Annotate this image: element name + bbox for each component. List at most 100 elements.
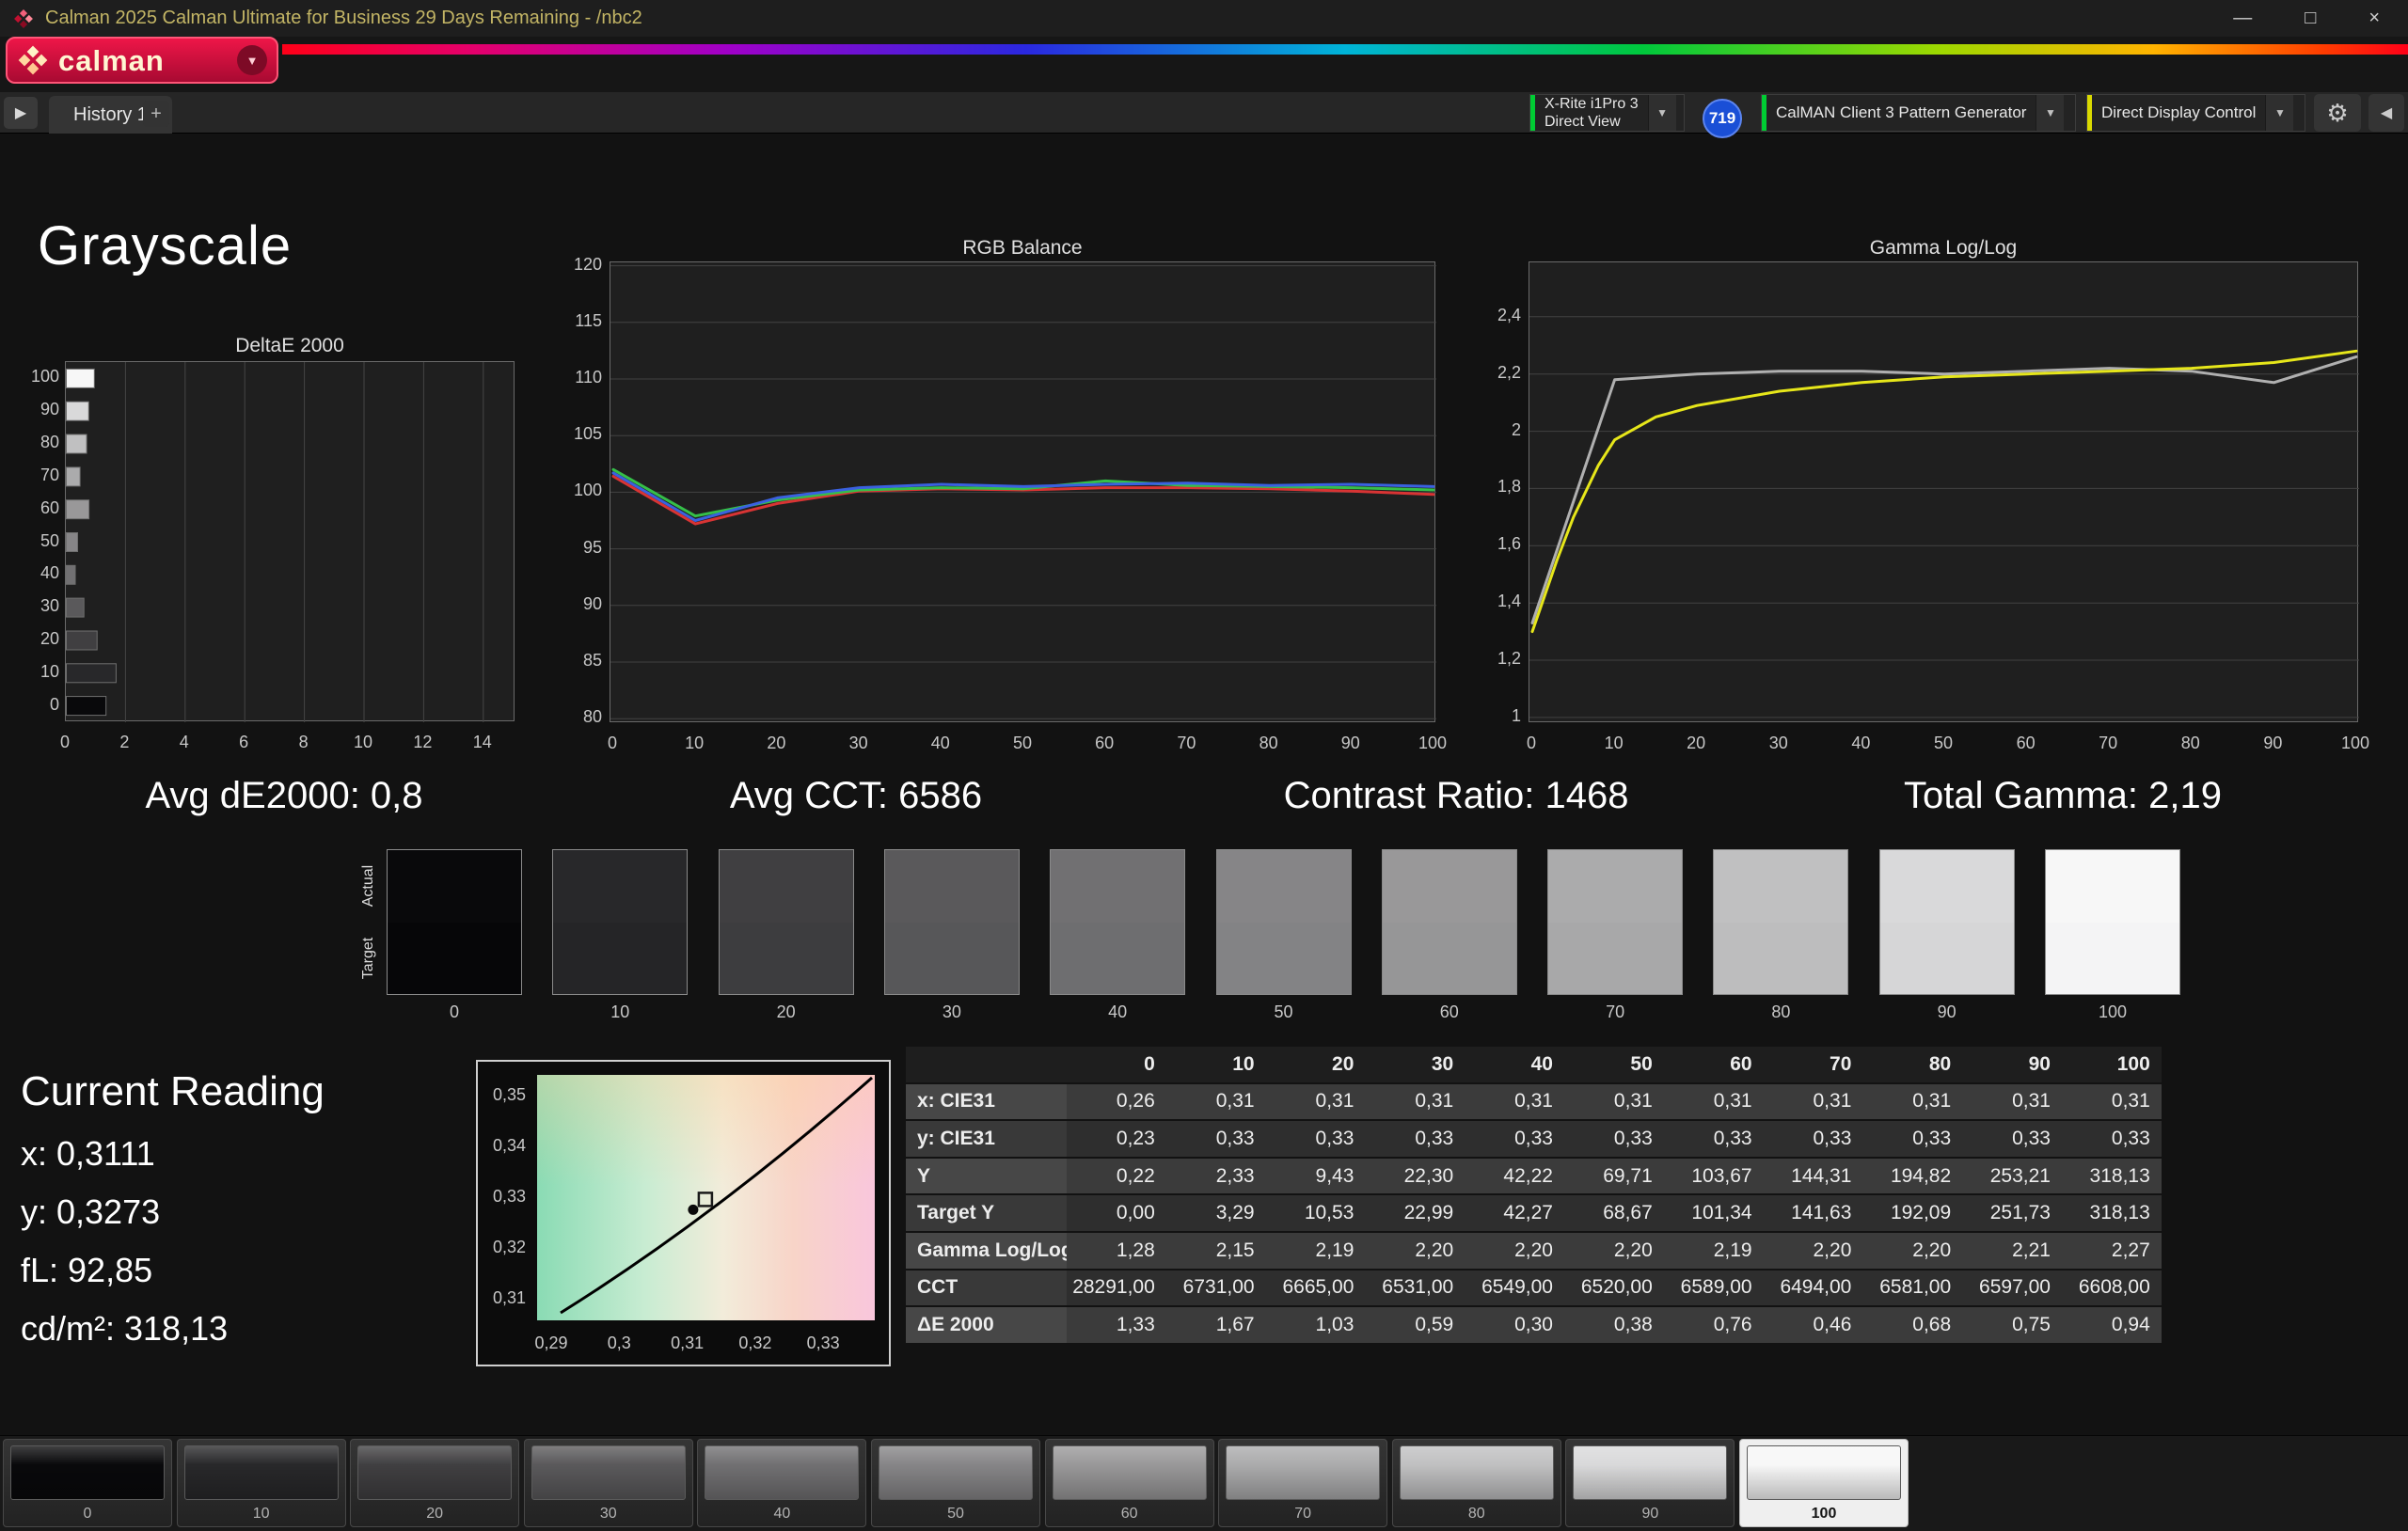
meter-dropdown[interactable]: X-Rite i1Pro 3 Direct View ▼ [1529,94,1685,132]
display-control-dropdown[interactable]: Direct Display Control ▼ [2086,94,2305,132]
panel-collapse-button[interactable]: ◀ [2368,94,2404,132]
table-cell: 0,33 [1663,1121,1764,1157]
tab-bar: ▶ History 1 + X-Rite i1Pro 3 Direct View… [0,92,2408,138]
swatch-actual [884,850,1019,923]
table-cell: 68,67 [1563,1195,1664,1231]
table-cell: 6549,00 [1465,1270,1564,1306]
table-cell: 22,99 [1365,1195,1465,1231]
pattern-swatch-40[interactable]: 40 [697,1439,867,1527]
display-control-name: Direct Display Control [2101,103,2257,121]
pattern-swatch-100[interactable]: 100 [1739,1439,1909,1527]
pattern-swatch-0[interactable]: 0 [3,1439,172,1527]
close-button[interactable]: × [2368,8,2380,29]
deltae-x-tick: 6 [239,733,249,751]
chevron-right-icon: ▶ [14,105,27,121]
gamma-y-tick: 1,6 [1497,534,1521,554]
swatch-target [719,922,853,994]
chevron-down-icon[interactable]: ▼ [1647,95,1676,131]
rgb-y-tick: 95 [582,537,602,557]
cie-x-tick: 0,31 [671,1334,705,1352]
table-cell: 144,31 [1763,1158,1863,1194]
pattern-generator-dropdown[interactable]: CalMAN Client 3 Pattern Generator ▼ [1761,94,2076,132]
add-tab-button[interactable]: + [143,101,169,127]
table-cell: 0,23 [1067,1121,1166,1157]
swatch-level-label: 50 [1274,1002,1293,1021]
grayscale-swatch [1713,849,1849,995]
table-column-header: 90 [1962,1047,2062,1082]
deltae-y-tick: 0 [49,694,59,714]
pattern-swatch-90[interactable]: 90 [1565,1439,1735,1527]
gamma-y-tick: 1,2 [1497,649,1521,669]
table-cell: 141,63 [1763,1195,1863,1231]
rgb-x-tick: 100 [1418,734,1448,752]
swatch-actual [1879,850,2014,923]
table-cell: 2,19 [1265,1232,1366,1269]
table-cell: 6581,00 [1862,1270,1963,1306]
pattern-generator-text: CalMAN Client 3 Pattern Generator [1766,95,2036,131]
deltae-x-tick: 4 [179,733,189,751]
table-cell: 2,20 [1465,1232,1564,1269]
pattern-swatch-20[interactable]: 20 [350,1439,520,1527]
chevron-down-icon[interactable]: ▼ [2265,95,2294,131]
table-cell: 0,33 [1763,1121,1863,1157]
meter-name: X-Rite i1Pro 3 [1545,96,1639,112]
pattern-swatch-color [1052,1445,1207,1500]
rainbow-strip [282,44,2408,55]
grayscale-swatch [1215,849,1352,995]
rgb-x-tick: 20 [767,734,786,752]
pattern-swatch-60[interactable]: 60 [1044,1439,1214,1527]
cie-y-tick: 0,34 [492,1135,526,1155]
grayscale-data-table: 0 10 20 30 40 50 60 70 80 90 100 x: CIE31 0,26 0,31 0,… [906,1047,2162,1343]
table-cell: 101,34 [1663,1195,1764,1231]
chevron-down-icon[interactable]: ▼ [2036,95,2065,131]
table-cell: 6520,00 [1563,1270,1664,1306]
maximize-button[interactable]: □ [2305,8,2316,29]
table-cell: 3,29 [1165,1195,1266,1231]
pattern-swatch-color [879,1445,1033,1500]
gamma-x-tick: 10 [1604,734,1624,752]
table-cell: 0,31 [1763,1083,1863,1120]
table-cell: 0,33 [1563,1121,1664,1157]
pattern-swatch-80[interactable]: 80 [1391,1439,1561,1527]
table-cell: 28291,00 [1067,1270,1166,1306]
pattern-swatch-70[interactable]: 70 [1218,1439,1388,1527]
meter-mode: Direct View [1545,114,1621,130]
rgb-y-tick: 120 [573,254,602,274]
minimize-button[interactable]: — [2233,8,2252,29]
table-cell: 0,33 [1465,1121,1564,1157]
swatch-target [2046,922,2179,994]
deltae-y-tick: 60 [40,497,59,517]
pattern-swatch-label: 30 [599,1506,617,1522]
table-cell: 6731,00 [1165,1270,1266,1306]
cie-x-tick: 0,32 [738,1334,772,1352]
pattern-swatch-10[interactable]: 10 [176,1439,346,1527]
settings-gear-button[interactable]: ⚙ [2314,94,2361,132]
cie-target-marker [697,1192,714,1207]
calman-logo-text: calman [58,43,165,77]
calman-menu-button[interactable]: calman ▼ [6,37,278,84]
swatch-actual [1216,850,1351,923]
pattern-swatch-50[interactable]: 50 [871,1439,1040,1527]
bottom-bar: ▲ ■ ▶ ▦ ∞ ↻ ● « Back Next » » 0102030405… [0,1435,2408,1531]
pattern-swatch-30[interactable]: 30 [523,1439,693,1527]
panel-expand-button[interactable]: ▶ [4,97,38,129]
gamma-y-tick: 2,4 [1497,305,1521,324]
swatch-level-label: 100 [2098,1002,2128,1021]
grayscale-swatch [1878,849,2015,995]
swatch-target [388,922,521,994]
pattern-swatch-label: 70 [1294,1506,1312,1522]
meter-count-badge[interactable]: 719 [1703,99,1742,138]
rgb-x-tick: 70 [1177,734,1196,752]
swatch-target [1216,922,1351,994]
calman-menu-chevron-icon[interactable]: ▼ [237,45,267,75]
rgb-x-tick: 60 [1095,734,1115,752]
rgb-balance-chart-title: RGB Balance [962,237,1083,259]
meter-dropdown-text: X-Rite i1Pro 3 Direct View [1535,95,1648,131]
swatch-target [1548,922,1683,994]
table-cell: 0,26 [1067,1083,1166,1120]
gamma-x-tick: 30 [1768,734,1788,752]
table-column-header: 10 [1165,1047,1266,1082]
cie-x-tick: 0,3 [607,1334,631,1352]
table-column-header: 50 [1563,1047,1664,1082]
deltae-y-tick: 80 [40,433,59,452]
